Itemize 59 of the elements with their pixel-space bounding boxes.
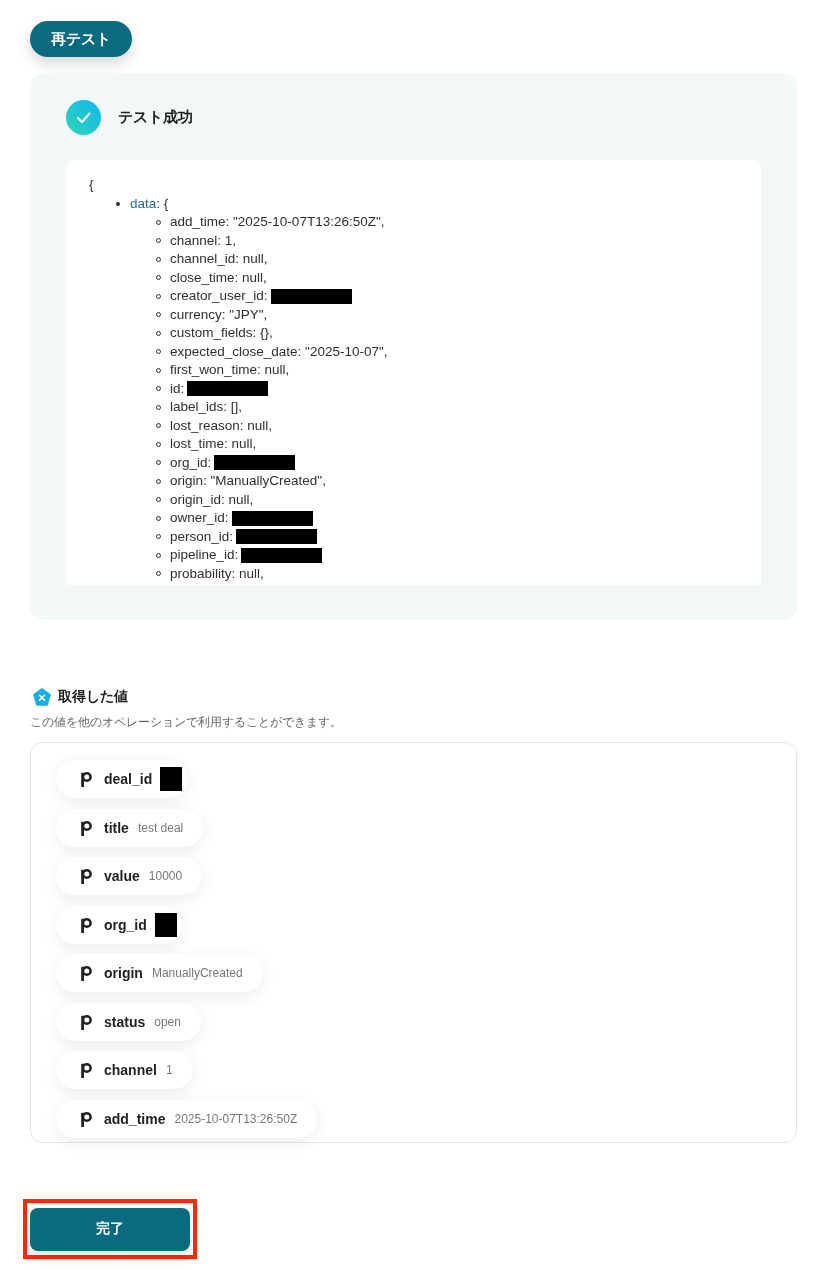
p-logo-icon [80, 1013, 92, 1030]
p-logo-icon [80, 916, 92, 933]
value-name: origin [104, 965, 143, 981]
code-line: lost_time: null, [170, 435, 257, 453]
section-title: 取得した値 [58, 688, 128, 706]
p-logo-icon [80, 1062, 92, 1078]
code-line: owner_id: [170, 509, 229, 527]
code-line: expected_close_date: "2025-10-07", [170, 342, 388, 361]
value-name: deal_id [104, 771, 153, 787]
pentagon-x-icon [33, 688, 51, 706]
value-chip[interactable]: origin ManuallyCreated [56, 954, 263, 992]
code-line: pipeline_id: [170, 546, 239, 564]
code-line: first_won_time: null, [170, 361, 290, 379]
value-chip[interactable]: deal_id [56, 760, 188, 798]
code-line: { [89, 176, 94, 194]
code-line: channel_id: null, [170, 250, 268, 268]
retest-button[interactable]: 再テスト [30, 21, 132, 57]
done-button[interactable]: 完了 [30, 1207, 190, 1251]
value-chip[interactable]: value 10000 [56, 857, 203, 895]
value-text: 1 [165, 1063, 173, 1077]
result-title: テスト成功 [118, 108, 193, 127]
value-chip[interactable]: title test deal [56, 808, 204, 847]
value-chip[interactable]: add_time 2025-10-07T13:26:50Z [56, 1099, 318, 1138]
value-text: test deal [137, 820, 184, 835]
code-line: add_time: "2025-10-07T13:26:50Z", [170, 213, 385, 231]
code-line: data: { [130, 194, 169, 213]
value-name: channel [104, 1062, 157, 1078]
code-line: probability: null, [170, 564, 264, 583]
value-chip[interactable]: org_id [56, 905, 182, 944]
code-line: creator_user_id: [170, 287, 268, 305]
p-logo-icon [80, 819, 92, 836]
p-logo-icon [80, 868, 92, 884]
value-text: open [154, 1014, 181, 1029]
code-line: currency: "JPY", [170, 305, 268, 324]
bullet-icon [116, 201, 120, 206]
value-name: status [104, 1013, 146, 1030]
p-logo-icon [80, 965, 92, 981]
code-line: org_id: [170, 453, 212, 472]
value-text: 10000 [148, 869, 183, 883]
code-line: label_ids: [], [170, 398, 243, 416]
value-text: ManuallyCreated [151, 966, 243, 980]
p-logo-icon [80, 771, 92, 787]
p-logo-icon [80, 1110, 92, 1127]
code-line: origin_id: null, [170, 490, 254, 509]
code-line: person_id: [170, 527, 234, 546]
value-text: 2025-10-07T13:26:50Z [174, 1111, 298, 1126]
value-name: title [104, 819, 129, 836]
value-name: add_time [104, 1110, 166, 1127]
code-line: channel: 1, [170, 231, 237, 250]
value-chip[interactable]: status open [56, 1002, 201, 1041]
value-name: org_id [104, 916, 147, 933]
section-description: この値を他のオペレーションで利用することができます。 [30, 715, 342, 730]
code-line: lost_reason: null, [170, 416, 273, 435]
value-chip[interactable]: channel 1 [56, 1051, 193, 1089]
code-line: id: [170, 379, 185, 398]
value-name: value [104, 868, 140, 884]
code-line: custom_fields: {}, [170, 324, 273, 342]
code-line: origin: "ManuallyCreated", [170, 472, 326, 490]
code-line: close_time: null, [170, 268, 267, 287]
